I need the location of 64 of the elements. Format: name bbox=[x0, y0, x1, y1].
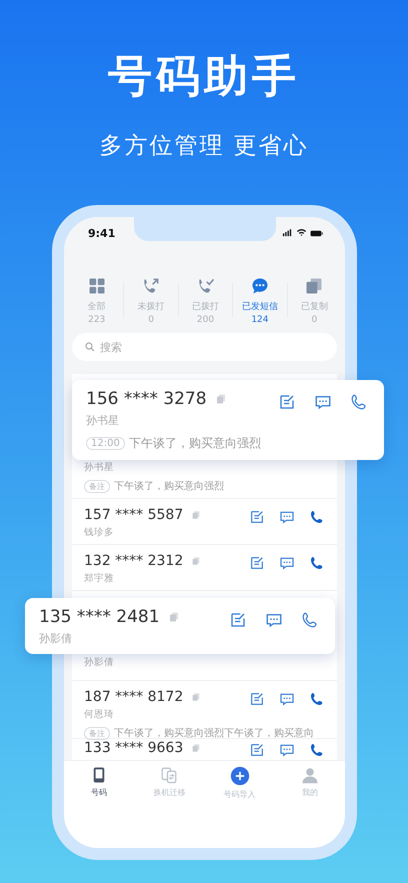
message-icon[interactable] bbox=[279, 742, 295, 758]
message-icon[interactable] bbox=[314, 393, 332, 411]
contact-name: 钱珍多 bbox=[84, 526, 115, 539]
contact-name: 孙书星 bbox=[86, 413, 120, 428]
note-text: 下午谈了，购买意向强烈下午谈了，购买意向 bbox=[114, 726, 314, 740]
phone-number: 132 **** 2312 bbox=[84, 553, 184, 569]
note-tag: 备注 bbox=[84, 480, 110, 492]
contact-name: 孙书星 bbox=[84, 461, 115, 474]
status-time: 9:41 bbox=[88, 226, 116, 240]
nav-tab[interactable]: 换机迁移 bbox=[134, 766, 204, 798]
tagline: 多方位管理 更省心 bbox=[98, 132, 310, 160]
contact-row[interactable]: 187 **** 8172 何恩琦 备注 下午谈了，购买意向强烈下午谈了，购买意向 bbox=[72, 681, 337, 739]
plus-icon bbox=[230, 766, 250, 786]
signal-icon bbox=[282, 226, 293, 238]
contact-row[interactable]: 132 **** 2312 郑宇雅 bbox=[72, 545, 337, 591]
nav-tab[interactable]: 号码导入 bbox=[204, 766, 275, 800]
edit-icon[interactable] bbox=[249, 555, 265, 571]
note-text: 下午谈了，购买意向强烈 bbox=[114, 480, 224, 493]
wifi-icon bbox=[296, 226, 307, 238]
message-icon[interactable] bbox=[279, 691, 295, 707]
phone-icon[interactable] bbox=[309, 555, 325, 571]
note-tag: 备注 bbox=[84, 726, 110, 740]
nav-tab[interactable]: 我的 bbox=[274, 766, 345, 798]
category-tab[interactable]: 已发短信 124 bbox=[233, 276, 287, 324]
phone-number: 156 **** 3278 bbox=[86, 389, 207, 409]
headline: 号码助手 bbox=[107, 50, 301, 104]
phone-icon[interactable] bbox=[309, 691, 325, 707]
contact-name: 郑宇雅 bbox=[84, 572, 115, 585]
category-tab[interactable]: 全部 223 bbox=[70, 276, 124, 324]
swap-icon bbox=[160, 766, 178, 784]
phone-icon[interactable] bbox=[350, 393, 368, 411]
edit-icon[interactable] bbox=[249, 691, 265, 707]
phone-number: 133 **** 9663 bbox=[84, 740, 184, 756]
edit-icon[interactable] bbox=[249, 742, 265, 758]
contact-card[interactable]: 135 **** 2481 孙影倩 bbox=[25, 598, 335, 654]
category-tab[interactable]: 已复制 0 bbox=[288, 276, 342, 324]
phone-icon[interactable] bbox=[309, 509, 325, 525]
person-icon bbox=[300, 766, 319, 784]
copy-icon bbox=[304, 276, 324, 296]
nav-tab[interactable]: 号码 bbox=[64, 766, 134, 798]
phone-number: 135 **** 2481 bbox=[39, 607, 160, 627]
note-tag: 12:00 bbox=[86, 437, 125, 450]
message-icon[interactable] bbox=[279, 555, 295, 571]
category-tab[interactable]: 已拨打 200 bbox=[178, 276, 232, 324]
grid-icon bbox=[86, 276, 107, 296]
message-icon[interactable] bbox=[279, 509, 295, 525]
contact-card[interactable]: 156 **** 3278 孙书星 12:00 下午谈了，购买意向强烈 bbox=[72, 380, 384, 460]
contact-row[interactable]: 157 **** 5587 钱珍多 bbox=[72, 499, 337, 545]
contact-name: 孙影倩 bbox=[84, 656, 115, 669]
category-tab[interactable]: 未拨打 0 bbox=[124, 276, 178, 324]
phone-number: 157 **** 5587 bbox=[84, 507, 184, 523]
note-text: 下午谈了，购买意向强烈 bbox=[128, 435, 261, 452]
edit-icon[interactable] bbox=[249, 509, 265, 525]
chat-icon bbox=[250, 276, 270, 296]
edit-icon[interactable] bbox=[229, 611, 247, 629]
search-field[interactable]: 搜索 bbox=[72, 333, 337, 361]
message-icon[interactable] bbox=[265, 611, 283, 629]
phone-number: 187 **** 8172 bbox=[84, 689, 184, 705]
phone-icon[interactable] bbox=[309, 742, 325, 758]
phone-icon[interactable] bbox=[301, 611, 319, 629]
contact-name: 何恩琦 bbox=[84, 708, 115, 721]
edit-icon[interactable] bbox=[278, 393, 296, 411]
search-icon bbox=[84, 341, 96, 353]
contact-name: 孙影倩 bbox=[39, 631, 73, 646]
